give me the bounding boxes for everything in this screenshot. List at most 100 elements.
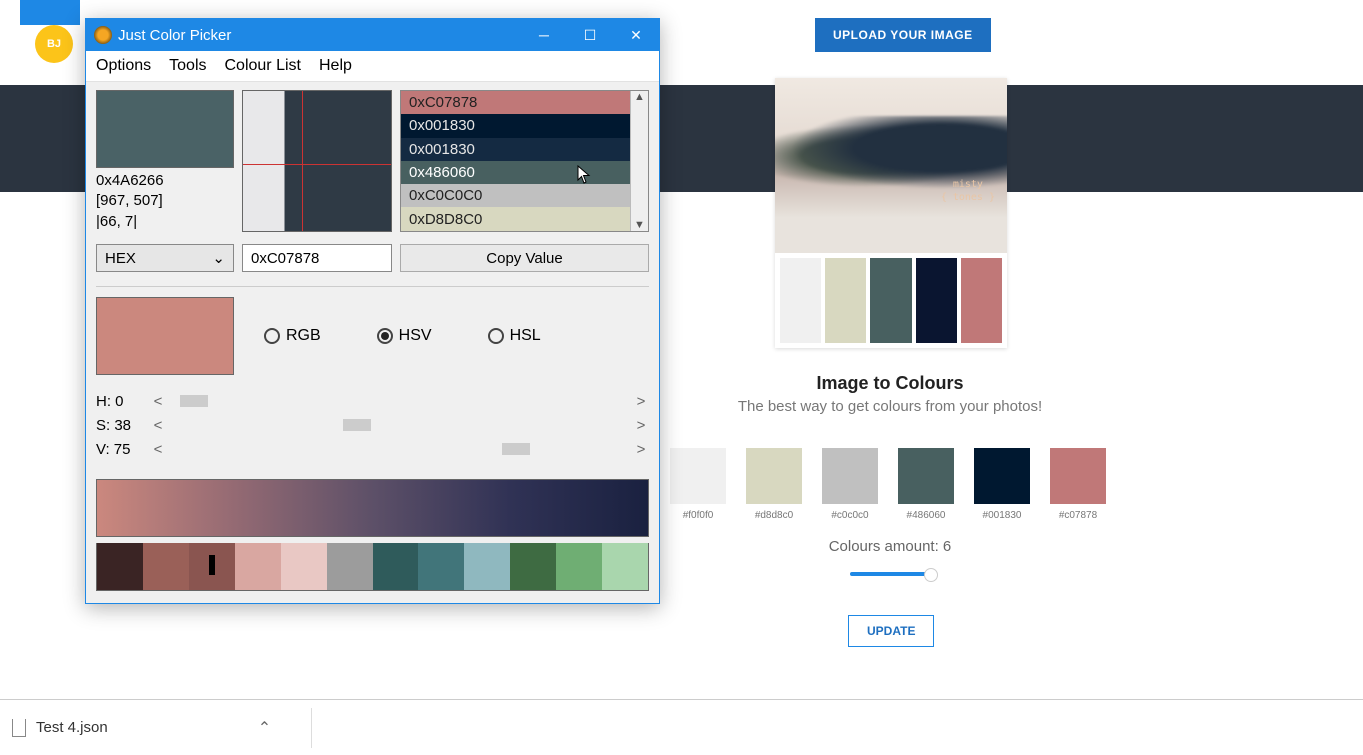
extracted-palette: #f0f0f0 #d8d8c0 #c0c0c0 #486060 #001830 #c078…: [670, 448, 1106, 521]
zoom-view: [242, 90, 392, 232]
color-list-item[interactable]: 0x001830: [401, 138, 630, 161]
scroll-down-icon[interactable]: ▼: [634, 219, 645, 231]
swatch-label: #f0f0f0: [670, 510, 726, 521]
preset-swatch[interactable]: [556, 543, 602, 590]
swatch-label: #d8d8c0: [746, 510, 802, 521]
menu-help[interactable]: Help: [319, 57, 352, 75]
menu-options[interactable]: Options: [96, 57, 151, 75]
close-button[interactable]: ✕: [613, 19, 659, 51]
radio-hsv[interactable]: HSV: [377, 327, 432, 345]
card-swatch: [961, 258, 1002, 343]
download-chevron-up-icon[interactable]: ⌃: [258, 718, 271, 738]
card-swatch: [870, 258, 911, 343]
swatch-color: [1050, 448, 1106, 504]
preset-swatch[interactable]: [327, 543, 373, 590]
swatch-label: #c0c0c0: [822, 510, 878, 521]
swatch-color: [670, 448, 726, 504]
scroll-up-icon[interactable]: ▲: [634, 91, 645, 103]
upload-image-button[interactable]: UPLOAD YOUR IMAGE: [815, 18, 991, 52]
swatch-label: #001830: [974, 510, 1030, 521]
format-selected: HEX: [105, 250, 136, 267]
h-dec[interactable]: <: [150, 393, 166, 410]
swatch-color: [822, 448, 878, 504]
preset-swatch[interactable]: [602, 543, 648, 590]
file-icon: [12, 719, 26, 737]
v-inc[interactable]: >: [633, 441, 649, 458]
preset-swatch[interactable]: [143, 543, 189, 590]
color-list[interactable]: 0xC078780x0018300x0018300x4860600xC0C0C0…: [400, 90, 649, 232]
download-bar: Test 4.json ⌃: [0, 699, 1363, 755]
v-dec[interactable]: <: [150, 441, 166, 458]
radio-hsv-label: HSV: [399, 327, 432, 345]
radio-hsl-label: HSL: [510, 327, 541, 345]
menu-colour-list[interactable]: Colour List: [225, 57, 301, 75]
preset-swatch[interactable]: [189, 543, 235, 590]
preset-swatch[interactable]: [97, 543, 143, 590]
color-list-item[interactable]: 0x486060: [401, 161, 630, 184]
menubar: Options Tools Colour List Help: [86, 51, 659, 82]
hex-value-input[interactable]: [242, 244, 392, 272]
preset-swatch[interactable]: [418, 543, 464, 590]
card-palette: [775, 253, 1007, 348]
swatch-color: [898, 448, 954, 504]
gradient-bar[interactable]: [96, 479, 649, 537]
chevron-down-icon: ⌄: [212, 249, 225, 267]
v-label: V: 75: [96, 441, 150, 458]
divider: [96, 286, 649, 287]
extracted-swatch[interactable]: #c07878: [1050, 448, 1106, 521]
browser-tab-hint: [20, 0, 80, 25]
color-list-item[interactable]: 0xC0C0C0: [401, 184, 630, 207]
color-list-scrollbar[interactable]: ▲ ▼: [630, 91, 648, 231]
titlebar[interactable]: Just Color Picker ─ ☐ ✕: [86, 19, 659, 51]
h-slider[interactable]: [166, 396, 633, 406]
extracted-swatch[interactable]: #486060: [898, 448, 954, 521]
s-label: S: 38: [96, 417, 150, 434]
extracted-swatch[interactable]: #f0f0f0: [670, 448, 726, 521]
image-preview: misty { tones }: [775, 78, 1007, 253]
v-slider[interactable]: [166, 444, 633, 454]
swatch-color: [974, 448, 1030, 504]
preset-swatch[interactable]: [510, 543, 556, 590]
h-label: H: 0: [96, 393, 150, 410]
extracted-swatch[interactable]: #c0c0c0: [822, 448, 878, 521]
s-slider[interactable]: [166, 420, 633, 430]
color-list-items[interactable]: 0xC078780x0018300x0018300x4860600xC0C0C0…: [401, 91, 630, 231]
menu-tools[interactable]: Tools: [169, 57, 206, 75]
s-inc[interactable]: >: [633, 417, 649, 434]
divider: [311, 708, 312, 748]
preset-swatch[interactable]: [464, 543, 510, 590]
color-list-item[interactable]: 0x001830: [401, 114, 630, 137]
maximize-button[interactable]: ☐: [567, 19, 613, 51]
radio-hsl[interactable]: HSL: [488, 327, 541, 345]
page-title: Image to Colours: [670, 373, 1110, 394]
cursor-icon: [577, 165, 591, 185]
sample-coords: [967, 507]: [96, 191, 234, 211]
h-inc[interactable]: >: [633, 393, 649, 410]
color-list-item[interactable]: 0xD8D8C0: [401, 207, 630, 230]
format-select[interactable]: HEX ⌄: [96, 244, 234, 272]
minimize-button[interactable]: ─: [521, 19, 567, 51]
extracted-swatch[interactable]: #d8d8c0: [746, 448, 802, 521]
avatar[interactable]: BJ: [35, 25, 73, 63]
card-swatch: [825, 258, 866, 343]
download-filename[interactable]: Test 4.json: [36, 719, 108, 736]
colours-amount-slider[interactable]: [850, 572, 932, 576]
preset-swatches[interactable]: [96, 543, 649, 591]
extracted-swatch[interactable]: #001830: [974, 448, 1030, 521]
hsv-sliders: H: 0 < > S: 38 < > V: 75 < >: [96, 389, 649, 461]
misty-line2: { tones }: [941, 192, 995, 203]
update-button[interactable]: UPDATE: [848, 615, 934, 647]
image-card: misty { tones }: [775, 78, 1007, 348]
swatch-color: [746, 448, 802, 504]
preset-swatch[interactable]: [281, 543, 327, 590]
sample-hex: 0x4A6266: [96, 171, 234, 191]
color-picker-window: Just Color Picker ─ ☐ ✕ Options Tools Co…: [85, 18, 660, 604]
card-swatch: [780, 258, 821, 343]
copy-value-button[interactable]: Copy Value: [400, 244, 649, 272]
preset-swatch[interactable]: [235, 543, 281, 590]
radio-rgb[interactable]: RGB: [264, 327, 321, 345]
s-dec[interactable]: <: [150, 417, 166, 434]
selected-color-swatch: [96, 297, 234, 375]
preset-swatch[interactable]: [373, 543, 419, 590]
color-list-item[interactable]: 0xC07878: [401, 91, 630, 114]
